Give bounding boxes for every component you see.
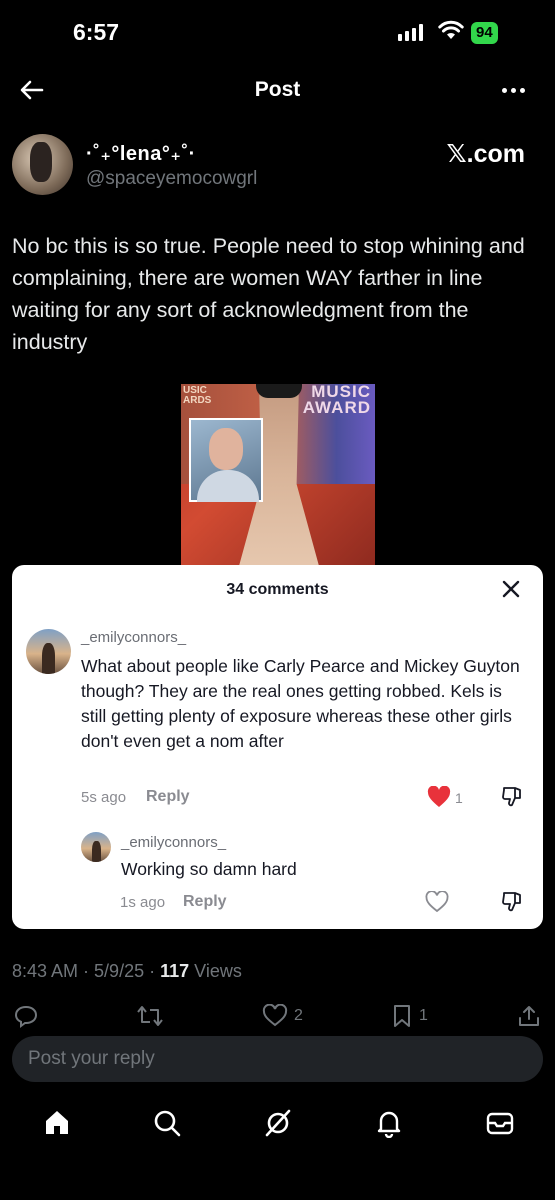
close-icon[interactable] [500, 578, 522, 600]
share-icon [519, 1006, 539, 1026]
media-inset-face [189, 418, 263, 502]
like-count: 2 [294, 1007, 303, 1024]
home-icon[interactable] [42, 1108, 72, 1138]
signal-icon [398, 24, 423, 41]
post-time: 8:43 AM [12, 961, 79, 981]
comment-reply-button[interactable]: Reply [146, 788, 190, 806]
page-title: Post [254, 78, 301, 101]
media-banner-text-left: USIC ARDS [183, 385, 212, 406]
reply-reply-button[interactable]: Reply [183, 893, 227, 911]
dislike-icon[interactable] [500, 785, 524, 809]
comment-like-count: 1 [455, 790, 463, 806]
author-display-name[interactable]: ·˚₊°lena°₊˚· [86, 141, 196, 166]
status-bar: 6:57 94 [0, 0, 555, 66]
comment-icon [14, 1005, 38, 1028]
author-avatar[interactable] [12, 134, 73, 195]
wifi-icon [438, 20, 464, 39]
post-timestamp: 8:43 AM · 5/9/25 · 117 Views [12, 961, 242, 981]
repost-icon [137, 1006, 163, 1026]
share-action[interactable] [517, 1004, 541, 1028]
status-time: 6:57 [73, 19, 120, 45]
dislike-icon[interactable] [500, 890, 524, 914]
bookmark-action[interactable]: 1 [391, 1004, 428, 1028]
bookmark-icon [394, 1005, 410, 1027]
reply-action[interactable] [14, 1004, 38, 1028]
comment-avatar[interactable] [26, 629, 71, 674]
post-media-image[interactable]: USIC ARDS MUSIC AWARD [181, 384, 375, 566]
bottom-tab-bar [0, 1100, 555, 1150]
media-banner-text-right: MUSIC AWARD [302, 384, 371, 417]
notifications-bell-icon[interactable] [374, 1108, 404, 1138]
messages-icon[interactable] [485, 1108, 515, 1138]
repost-action[interactable] [136, 1004, 164, 1028]
heart-filled-icon[interactable] [427, 786, 451, 808]
comments-count: 34 comments [226, 581, 329, 598]
post-text: No bc this is so true. People need to st… [12, 234, 525, 354]
reply-username[interactable]: _emilyconnors_ [121, 834, 226, 851]
comment-time: 5s ago [81, 789, 127, 806]
battery-level: 94 [476, 24, 493, 41]
comment-username[interactable]: _emilyconnors_ [81, 629, 186, 646]
like-action[interactable]: 2 [262, 1004, 303, 1028]
reply-text: Working so damn hard [121, 859, 297, 879]
author-handle[interactable]: @spaceyemocowgrl [86, 168, 257, 190]
comment-text: What about people like Carly Pearce and … [81, 656, 520, 751]
heart-outline-icon [262, 1004, 288, 1027]
views-count: 117 [160, 961, 190, 981]
post-actions: 2 1 [0, 1000, 555, 1028]
post-header: Post [0, 66, 555, 114]
bookmark-count: 1 [419, 1007, 428, 1024]
views-label: Views [194, 961, 242, 981]
reply-time: 1s ago [120, 894, 166, 911]
reply-input[interactable]: Post your reply [12, 1036, 543, 1082]
grok-icon[interactable] [263, 1108, 293, 1138]
heart-outline-icon[interactable] [425, 891, 449, 913]
source-label: 𝕏.com [446, 140, 526, 168]
comments-panel: 34 comments _emilyconnors_ What about pe… [12, 565, 543, 929]
search-icon[interactable] [152, 1108, 182, 1138]
reply-placeholder: Post your reply [28, 1048, 155, 1069]
post-date: 5/9/25 [94, 961, 145, 981]
battery-indicator: 94 [471, 22, 498, 44]
reply-avatar[interactable] [81, 832, 111, 862]
more-options-icon[interactable] [502, 88, 525, 93]
